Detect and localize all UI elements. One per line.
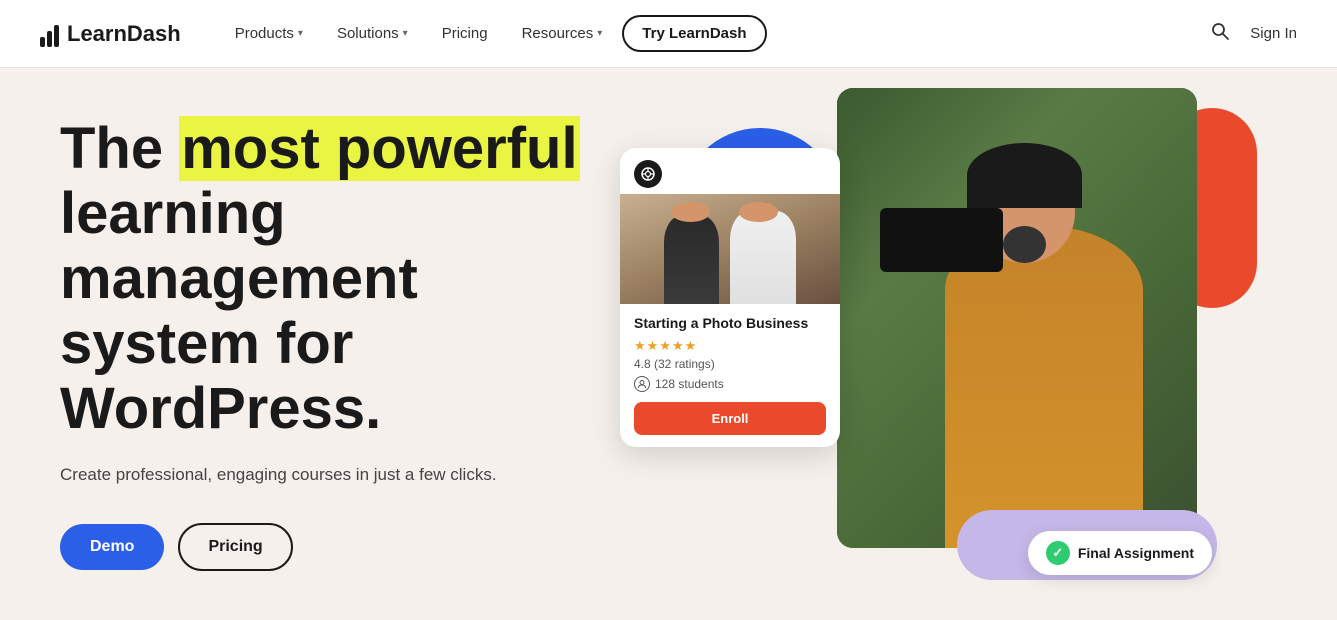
course-card: Starting a Photo Business ★★★★★ 4.8 (32 … <box>620 148 840 447</box>
nav-item-pricing[interactable]: Pricing <box>428 17 502 50</box>
logo-text: LearnDash <box>67 21 181 47</box>
hero-section: The most powerful learning management sy… <box>0 68 1337 620</box>
course-rating: 4.8 (32 ratings) <box>634 357 826 371</box>
nav-item-products[interactable]: Products ▾ <box>221 17 317 50</box>
hero-subtitle: Create professional, engaging courses in… <box>60 462 580 488</box>
card-header <box>620 148 840 194</box>
course-students-row: 128 students <box>634 376 826 392</box>
course-stars: ★★★★★ <box>634 338 826 354</box>
navbar: LearnDash Products ▾ Solutions ▾ Pricing… <box>0 0 1337 68</box>
students-icon <box>634 376 650 392</box>
chevron-down-icon: ▾ <box>298 28 303 39</box>
assignment-badge: ✓ Final Assignment <box>1028 531 1212 575</box>
nav-right: Sign In <box>1210 21 1297 46</box>
hero-right: Starting a Photo Business ★★★★★ 4.8 (32 … <box>580 68 1277 620</box>
signin-link[interactable]: Sign In <box>1250 25 1297 42</box>
nav-item-solutions[interactable]: Solutions ▾ <box>323 17 422 50</box>
course-title: Starting a Photo Business <box>634 314 826 332</box>
chevron-down-icon: ▾ <box>403 28 408 39</box>
assignment-label: Final Assignment <box>1078 545 1194 561</box>
logo-icon <box>40 21 59 47</box>
chevron-down-icon: ▾ <box>597 28 602 39</box>
enroll-button[interactable]: Enroll <box>634 402 826 435</box>
demo-button[interactable]: Demo <box>60 524 164 570</box>
card-logo-icon <box>634 160 662 188</box>
hero-title: The most powerful learning management sy… <box>60 117 580 442</box>
card-body: Starting a Photo Business ★★★★★ 4.8 (32 … <box>620 304 840 447</box>
check-icon: ✓ <box>1046 541 1070 565</box>
search-icon[interactable] <box>1210 21 1230 46</box>
nav-links: Products ▾ Solutions ▾ Pricing Resources… <box>221 15 1211 52</box>
hero-left: The most powerful learning management sy… <box>60 117 580 571</box>
photo-background <box>837 88 1197 548</box>
hero-buttons: Demo Pricing <box>60 523 580 571</box>
logo[interactable]: LearnDash <box>40 21 181 47</box>
nav-item-resources[interactable]: Resources ▾ <box>508 17 617 50</box>
pricing-button[interactable]: Pricing <box>178 523 292 571</box>
nav-try-learndash[interactable]: Try LearnDash <box>622 15 766 52</box>
card-thumbnail <box>620 194 840 304</box>
hero-photo-person <box>837 88 1197 548</box>
students-count: 128 students <box>655 377 724 391</box>
